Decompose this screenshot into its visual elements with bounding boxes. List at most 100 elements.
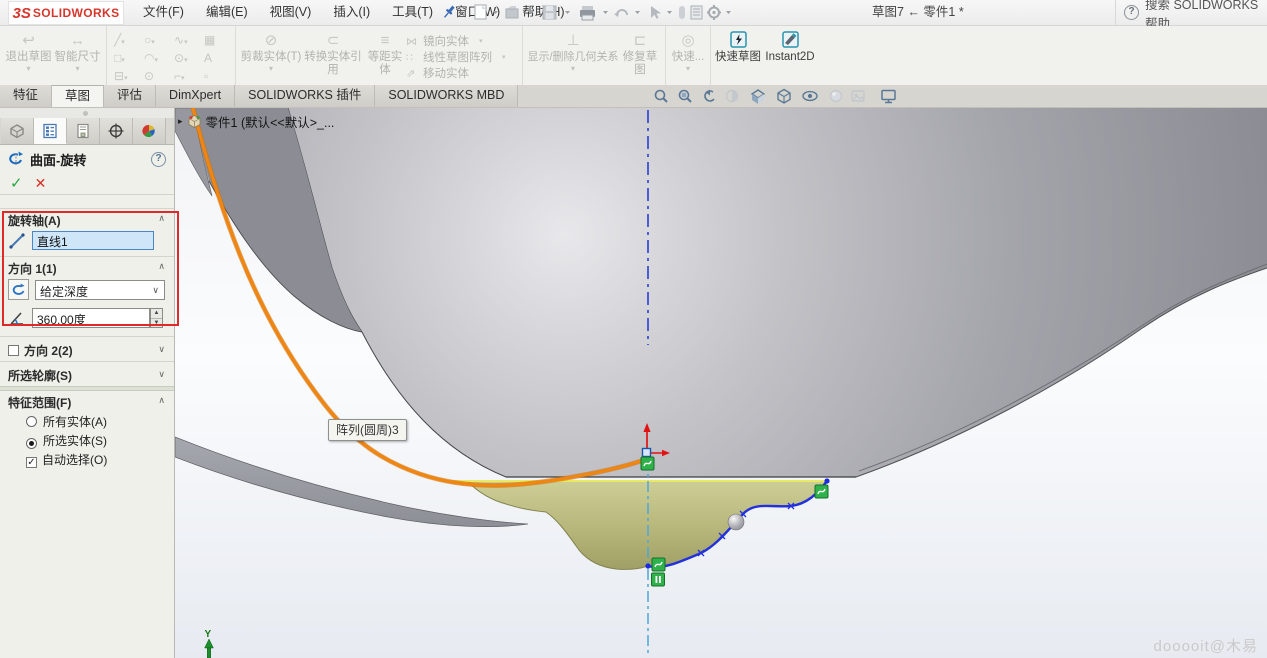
- point2-tool[interactable]: ▫: [201, 68, 231, 86]
- quick-snaps-icon: ◎: [681, 31, 694, 51]
- arc-tool[interactable]: ◠▾: [141, 50, 171, 68]
- direction2-section-header[interactable]: 方向 2(2) ∨: [0, 337, 174, 361]
- search-box[interactable]: ? 搜索 SOLIDWORKS 帮助: [1115, 0, 1267, 25]
- open-file-icon: [506, 6, 518, 18]
- quick-snaps-button[interactable]: ◎ 快速... ▾: [670, 28, 706, 85]
- configuration-manager-icon: [74, 123, 92, 139]
- axis-section-header[interactable]: 旋转轴(A)∧: [0, 209, 174, 229]
- ribbon-group-rapid: 快速草图 Instant2D: [711, 26, 823, 85]
- selected-bodies-option[interactable]: 所选实体(S): [0, 430, 174, 449]
- collapse-icon: ∧: [158, 395, 165, 406]
- tab-features[interactable]: 特征: [0, 85, 52, 107]
- trim-entities-button[interactable]: ⊘ 剪裁实体(T) ▾: [240, 28, 302, 85]
- solidworks-logo: 3S SOLIDWORKS: [8, 1, 124, 25]
- direction2-section: 方向 2(2) ∨: [0, 336, 174, 361]
- configuration-manager-tab[interactable]: [67, 118, 100, 144]
- tab-addins[interactable]: SOLIDWORKS 插件: [235, 85, 375, 107]
- menu-insert[interactable]: 插入(I): [322, 0, 381, 25]
- exit-sketch-button[interactable]: ↩ 退出草图 ▾: [4, 28, 53, 85]
- headsup-view-toolbar[interactable]: [652, 88, 904, 106]
- edit-appearance-icon: [831, 91, 842, 102]
- apply-scene-icon: [852, 91, 864, 101]
- slot-tool[interactable]: ⊟▾: [111, 68, 141, 86]
- drag-handle-sphere[interactable]: [728, 514, 744, 530]
- panel-grip[interactable]: [0, 108, 174, 118]
- panel-help-icon[interactable]: ?: [151, 152, 166, 167]
- menu-tools[interactable]: 工具(T): [381, 0, 444, 25]
- options-gear-icon: [707, 5, 721, 20]
- direction2-checkbox[interactable]: [8, 345, 19, 356]
- rapid-sketch-icon: [730, 31, 747, 51]
- convert-entities-icon: ⊂: [327, 31, 340, 51]
- dimxpert-manager-tab[interactable]: [100, 118, 133, 144]
- pin-menu-icon[interactable]: [442, 4, 456, 25]
- spline-tool[interactable]: ∿▾: [171, 32, 201, 50]
- help-icon[interactable]: ?: [1124, 5, 1139, 20]
- display-manager-tab[interactable]: [133, 118, 166, 144]
- end-condition-dropdown[interactable]: 给定深度 ∨: [35, 280, 165, 300]
- tab-sketch[interactable]: 草图: [52, 85, 104, 107]
- exit-sketch-icon: ↩: [22, 31, 35, 51]
- spline-endpoint-start[interactable]: [645, 563, 650, 568]
- dropdown-caret-icon: ∨: [152, 285, 159, 296]
- graphics-viewport[interactable]: Y: [175, 108, 1267, 658]
- relation-icon-spline-end[interactable]: [815, 485, 828, 498]
- tab-mbd[interactable]: SOLIDWORKS MBD: [375, 85, 518, 107]
- task-pane-icon: [691, 6, 702, 19]
- rapid-sketch-button[interactable]: 快速草图: [715, 28, 761, 85]
- display-relations-button[interactable]: ⊥ 显示/删除几何关系 ▾: [527, 28, 619, 85]
- auto-select-checkbox[interactable]: ✓: [26, 457, 37, 468]
- view-orientation-icon: [752, 90, 764, 104]
- relation-icon-vertical[interactable]: [652, 573, 665, 586]
- text-tool[interactable]: A: [201, 50, 231, 68]
- smart-dimension-button[interactable]: ↔ 智能尺寸 ▾: [53, 28, 102, 85]
- ellipse-tool[interactable]: ⊙▾: [171, 50, 201, 68]
- spin-down-icon: ▼: [151, 319, 162, 328]
- grid-tool[interactable]: ▦: [201, 32, 231, 50]
- quick-access-toolbar[interactable]: [473, 3, 735, 23]
- tab-evaluate[interactable]: 评估: [104, 85, 156, 107]
- circle-tool[interactable]: ○▾: [141, 32, 171, 50]
- expand-icon: ∨: [158, 344, 165, 355]
- point-tool[interactable]: ⊙: [141, 68, 171, 86]
- relation-icon-spline-start[interactable]: [652, 558, 665, 571]
- line-tool[interactable]: ╱▾: [111, 32, 141, 50]
- instant2d-icon: [782, 31, 799, 51]
- fillet-tool[interactable]: ⌐▾: [171, 68, 201, 86]
- menu-view[interactable]: 视图(V): [259, 0, 323, 25]
- mirror-entities-button[interactable]: ⋈ 镜向实体 ▾: [406, 33, 518, 49]
- all-bodies-radio[interactable]: [26, 416, 37, 427]
- property-manager-header: 曲面-旋转 ?: [0, 145, 174, 173]
- tab-dimxpert[interactable]: DimXpert: [156, 85, 235, 107]
- rectangle-tool[interactable]: □▾: [111, 50, 141, 68]
- axis-selection-field[interactable]: 直线1: [32, 231, 154, 250]
- move-entities-button[interactable]: ⇗ 移动实体: [406, 65, 518, 81]
- relation-icon-origin[interactable]: [641, 457, 654, 470]
- angle-input[interactable]: 360.00度 ▲▼: [32, 308, 150, 328]
- convert-entities-button[interactable]: ⊂ 转换实体引用: [302, 28, 364, 85]
- dimxpert-manager-icon: [107, 123, 125, 139]
- flyout-expand-icon[interactable]: ▸: [178, 116, 183, 127]
- offset-entities-button[interactable]: ≡ 等距实体: [364, 28, 406, 85]
- flyout-feature-tree[interactable]: ▸ 零件1 (默认<<默认>_...: [178, 112, 334, 131]
- repair-sketch-icon: ⊏: [634, 31, 647, 51]
- print-icon: [580, 6, 595, 20]
- property-manager-tab[interactable]: [34, 118, 67, 144]
- feature-scope-header[interactable]: 特征范围(F)∧: [0, 391, 174, 411]
- auto-select-option[interactable]: ✓自动选择(O): [0, 449, 174, 468]
- direction1-section-header[interactable]: 方向 1(1)∧: [0, 257, 174, 277]
- menu-edit[interactable]: 编辑(E): [195, 0, 259, 25]
- angle-spin-buttons[interactable]: ▲▼: [150, 308, 163, 328]
- instant2d-button[interactable]: Instant2D: [761, 28, 819, 85]
- feature-manager-tab[interactable]: [1, 118, 34, 144]
- cancel-button[interactable]: ✕: [35, 176, 47, 191]
- all-bodies-option[interactable]: 所有实体(A): [0, 411, 174, 430]
- contours-section-header[interactable]: 所选轮廓(S) ∨: [0, 362, 174, 386]
- feature-tree-label[interactable]: 零件1 (默认<<默认>_...: [206, 112, 335, 131]
- repair-sketch-button[interactable]: ⊏ 修复草图: [619, 28, 661, 85]
- menu-file[interactable]: 文件(F): [132, 0, 195, 25]
- linear-pattern-button[interactable]: ∷ 线性草图阵列 ▾: [406, 49, 518, 65]
- spline-endpoint-end[interactable]: [824, 478, 829, 483]
- selected-bodies-radio[interactable]: [26, 438, 37, 449]
- ok-button[interactable]: ✓: [10, 176, 23, 191]
